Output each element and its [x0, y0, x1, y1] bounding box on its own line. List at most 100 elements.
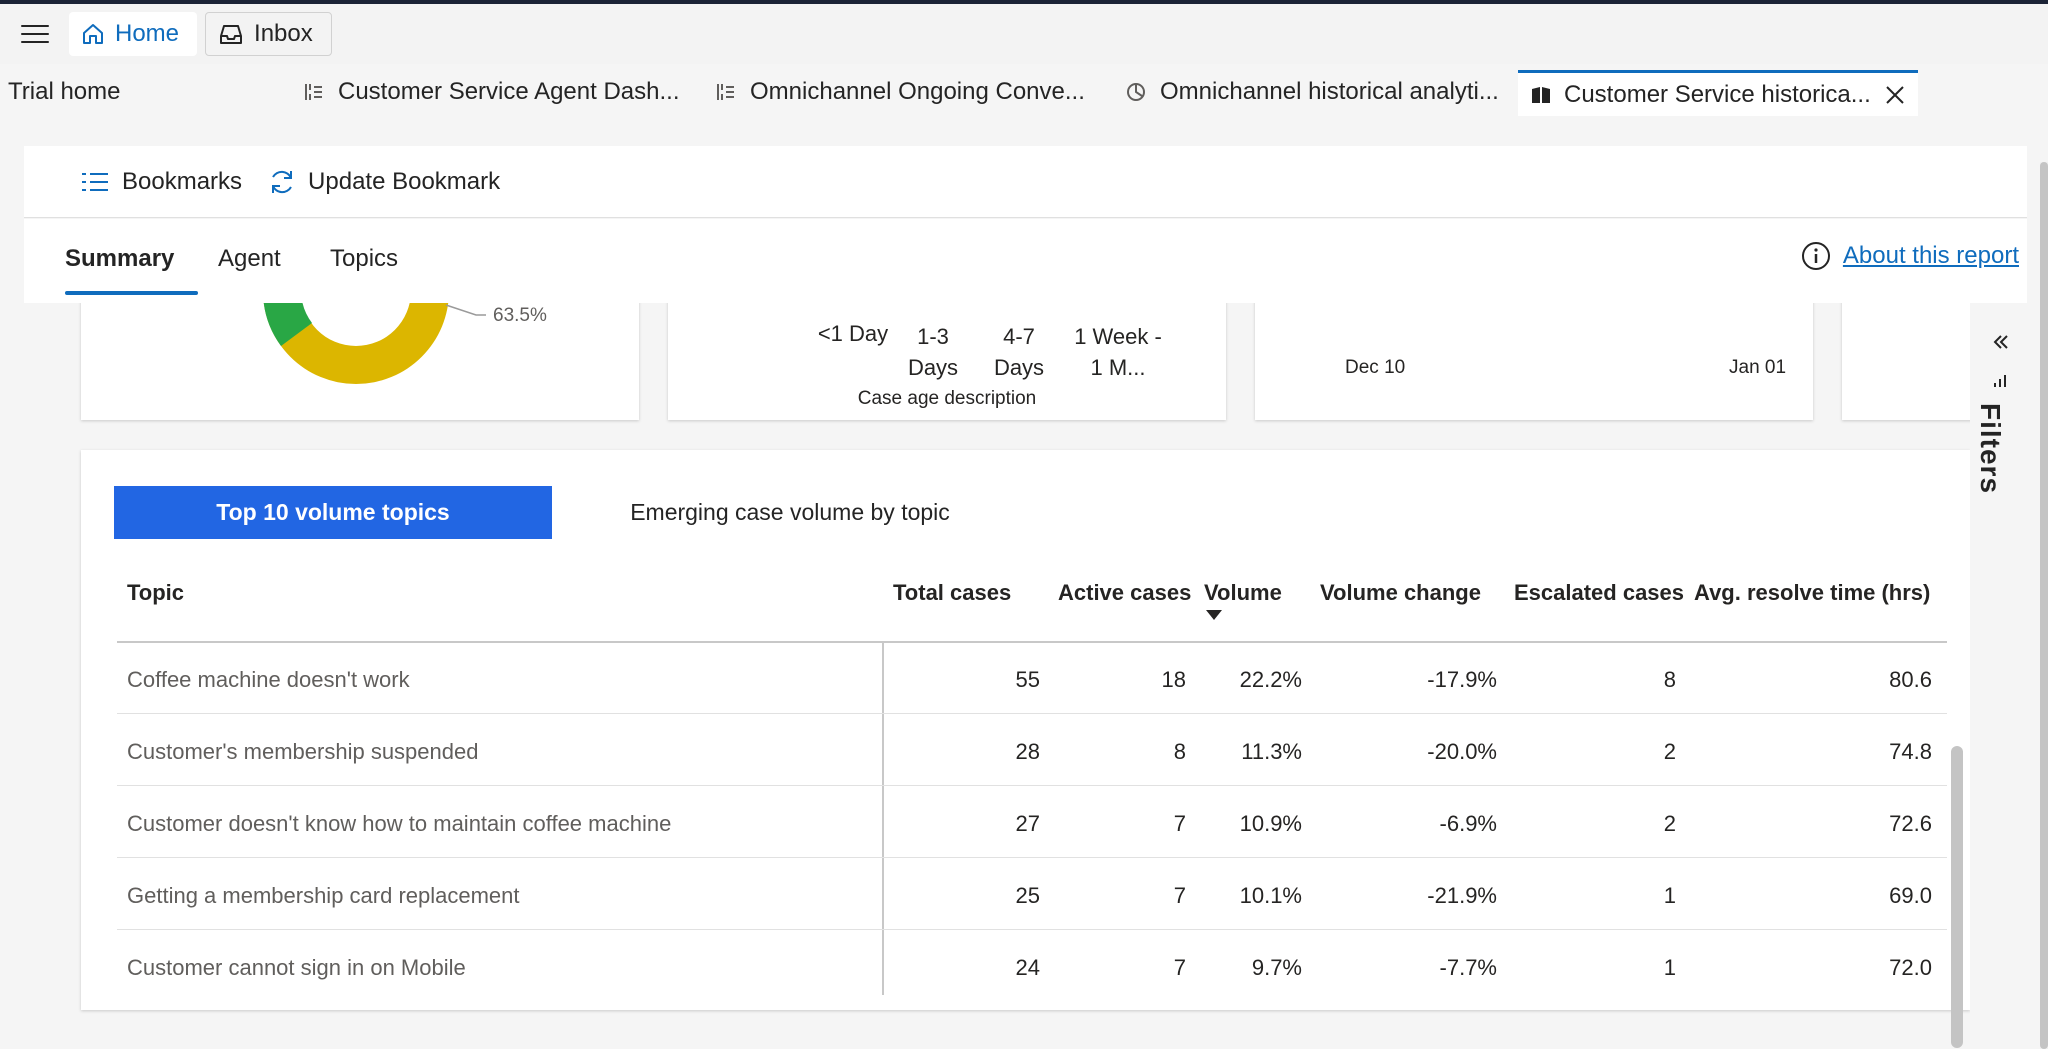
cell-active-cases: 18 — [1161, 667, 1186, 692]
row-divider — [117, 713, 1947, 714]
cell-volume-change: -7.7% — [1439, 955, 1497, 980]
update-bookmark-button[interactable]: Update Bookmark — [268, 168, 500, 196]
session-tab-label: Omnichannel historical analyti... — [1160, 78, 1499, 105]
age-category-label: <1 Day — [817, 321, 889, 346]
header-divider — [117, 641, 1947, 643]
session-tab-bar: Trial home Customer Service Agent Dash..… — [0, 64, 2048, 118]
cell-escalated-cases: 2 — [1663, 739, 1676, 764]
bookmarks-list-icon — [82, 172, 108, 191]
filters-pane[interactable]: Filters — [1970, 303, 2034, 1049]
age-category-label: 1 Week - 1 M... — [1074, 324, 1162, 380]
cell-volume-change: -17.9% — [1427, 667, 1497, 692]
cell-topic[interactable]: Customer cannot sign in on Mobile — [127, 955, 466, 981]
cell-volume: 11.3% — [1241, 739, 1302, 764]
cell-escalated-cases: 8 — [1663, 667, 1676, 692]
cell-topic[interactable]: Coffee machine doesn't work — [127, 667, 410, 693]
inbox-tab-label: Inbox — [254, 20, 313, 47]
column-header-avg-resolve-time[interactable]: Avg. resolve time (hrs) — [1694, 580, 1930, 606]
dashboard-icon — [305, 84, 322, 100]
refresh-icon — [272, 170, 293, 193]
about-report: About this report — [1801, 241, 2019, 271]
tab-topics[interactable]: Topics — [330, 245, 398, 273]
cell-topic[interactable]: Customer's membership suspended — [127, 739, 478, 765]
cell-volume-change: -21.9% — [1427, 883, 1497, 908]
age-category-label: 1-3 Days — [907, 324, 959, 380]
session-tab-omnichannel-historical[interactable]: Omnichannel historical analyti... — [1124, 72, 1508, 112]
tab-summary[interactable]: Summary — [65, 245, 174, 273]
column-header-volume-change[interactable]: Volume change — [1320, 580, 1481, 606]
session-tab-trial-home[interactable]: Trial home — [8, 72, 278, 112]
page-scrollbar-thumb[interactable] — [2040, 162, 2048, 1049]
session-tab-agent-dashboard[interactable]: Customer Service Agent Dash... — [302, 72, 682, 112]
column-header-active-cases[interactable]: Active cases — [1058, 580, 1191, 606]
column-header-escalated-cases[interactable]: Escalated cases — [1514, 580, 1684, 606]
avg-metric-card — [1842, 303, 1970, 420]
command-bar: Bookmarks Update Bookmark — [24, 146, 2027, 218]
session-tab-omnichannel-ongoing[interactable]: Omnichannel Ongoing Conve... — [714, 72, 1094, 112]
session-tab-label: Omnichannel Ongoing Conve... — [750, 78, 1085, 105]
session-tab-label: Customer Service historica... — [1564, 80, 1871, 108]
cell-avg-resolve-time: 69.0 — [1889, 883, 1932, 908]
bookmarks-label: Bookmarks — [122, 167, 243, 195]
tab-agent[interactable]: Agent — [218, 245, 281, 273]
update-bookmark-label: Update Bookmark — [308, 167, 501, 195]
session-tab-customer-service-historical[interactable]: Customer Service historica... — [1518, 70, 1918, 116]
bookmarks-button[interactable]: Bookmarks — [80, 168, 242, 196]
cell-active-cases: 7 — [1173, 955, 1186, 980]
about-report-link[interactable]: About this report — [1843, 242, 2019, 270]
emerging-volume-tab[interactable]: Emerging case volume by topic — [552, 486, 1028, 539]
report-tabs-bar: Summary Agent Topics About this report — [24, 219, 2027, 303]
cell-escalated-cases: 2 — [1663, 811, 1676, 836]
column-header-total-cases[interactable]: Total cases — [893, 580, 1011, 606]
case-age-card: <1 Day 1-3 Days 4-7 Days 1 Week - 1 M...… — [668, 303, 1226, 420]
top-volume-topics-tab[interactable]: Top 10 volume topics — [114, 486, 552, 539]
cell-active-cases: 7 — [1173, 811, 1186, 836]
row-divider — [117, 857, 1947, 858]
column-header-volume[interactable]: Volume — [1204, 580, 1282, 606]
home-tab-label: Home — [115, 20, 180, 47]
cell-avg-resolve-time: 80.6 — [1889, 667, 1932, 692]
info-icon — [1801, 242, 1830, 270]
session-tab-label: Customer Service Agent Dash... — [338, 78, 680, 105]
active-tab-indicator — [65, 291, 198, 295]
row-divider — [117, 785, 1947, 786]
collapse-chevron-icon[interactable] — [1990, 331, 2012, 353]
hamburger-menu-icon[interactable] — [21, 25, 49, 43]
column-header-topic[interactable]: Topic — [127, 580, 184, 606]
dashboard-icon — [717, 84, 734, 100]
age-axis-title: Case age description — [857, 388, 1037, 409]
sort-descending-icon — [1206, 610, 1222, 620]
age-category-label: 4-7 Days — [993, 324, 1045, 380]
cell-total-cases: 24 — [1015, 955, 1040, 980]
cell-total-cases: 25 — [1015, 883, 1040, 908]
cell-topic[interactable]: Customer doesn't know how to maintain co… — [127, 811, 671, 837]
cell-total-cases: 28 — [1015, 739, 1040, 764]
cell-escalated-cases: 1 — [1663, 883, 1676, 908]
report-icon — [1532, 86, 1550, 103]
home-icon — [83, 24, 103, 44]
cell-avg-resolve-time: 72.6 — [1889, 811, 1932, 836]
filters-label: Filters — [1975, 403, 2006, 495]
cell-avg-resolve-time: 74.8 — [1889, 739, 1932, 764]
page-scrollbar[interactable] — [2040, 162, 2048, 1049]
cell-volume: 10.1% — [1239, 883, 1302, 908]
cell-volume: 10.9% — [1239, 811, 1302, 836]
table-scrollbar-thumb[interactable] — [1951, 746, 1963, 1048]
trend-x-tick-end: Jan 01 — [1729, 357, 1787, 378]
close-icon[interactable] — [1884, 84, 1906, 106]
home-tab[interactable]: Home — [69, 12, 198, 56]
inbox-tab[interactable]: Inbox — [205, 12, 332, 56]
analytics-icon — [1127, 83, 1145, 101]
cell-active-cases: 7 — [1173, 883, 1186, 908]
cell-total-cases: 27 — [1015, 811, 1040, 836]
cell-escalated-cases: 1 — [1663, 955, 1676, 980]
case-status-card: 63.5% — [81, 303, 639, 420]
donut-percent-label: 63.5% — [493, 305, 547, 326]
cell-volume: 22.2% — [1239, 667, 1302, 692]
cell-volume-change: -20.0% — [1427, 739, 1497, 764]
cell-total-cases: 55 — [1015, 667, 1040, 692]
cell-topic[interactable]: Getting a membership card replacement — [127, 883, 520, 909]
session-tab-label: Trial home — [8, 78, 121, 105]
cell-volume-change: -6.9% — [1439, 811, 1497, 836]
cell-volume: 9.7% — [1251, 955, 1302, 980]
